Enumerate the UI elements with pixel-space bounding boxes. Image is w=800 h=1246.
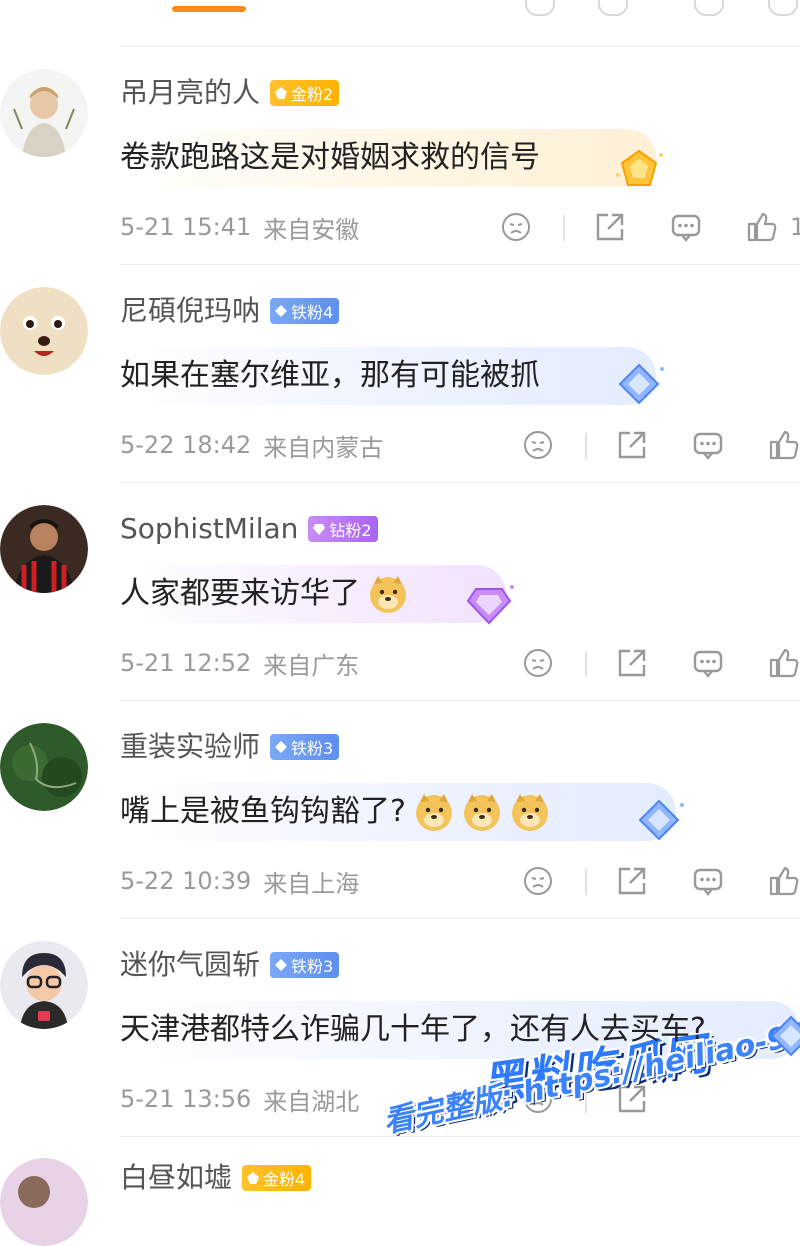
comment-location: 来自上海 bbox=[263, 869, 360, 898]
gold-bubble-icon bbox=[616, 149, 663, 186]
separator bbox=[585, 651, 587, 677]
iron-bubble-icon bbox=[770, 1015, 800, 1057]
comment-location: 来自广东 bbox=[263, 651, 360, 680]
top-partial-bar bbox=[0, 0, 800, 30]
comment-item: 尼碩倪玛呐 铁粉4 如果在塞尔维亚，那有可能被抓 5-22 18:42 来自内蒙… bbox=[0, 265, 800, 483]
tab-indicator bbox=[172, 6, 246, 12]
share-icon[interactable] bbox=[598, 0, 628, 16]
iron-badge-icon bbox=[275, 959, 288, 971]
badge-label: 铁粉3 bbox=[291, 957, 334, 976]
like-count: 1 bbox=[790, 213, 800, 241]
comment-time: 5-21 12:52 bbox=[120, 649, 252, 677]
dislike-face-icon[interactable] bbox=[522, 429, 554, 461]
comment-icon[interactable] bbox=[692, 647, 724, 679]
separator bbox=[563, 215, 565, 241]
dislike-face-icon[interactable] bbox=[522, 865, 554, 897]
doge-emoji-icon bbox=[415, 794, 452, 831]
badge-label: 铁粉4 bbox=[291, 303, 334, 322]
like-thumb-icon[interactable] bbox=[768, 865, 800, 897]
username[interactable]: SophistMilan bbox=[120, 509, 298, 549]
badge-label: 金粉4 bbox=[263, 1170, 306, 1189]
comment-item: 重装实验师 铁粉3 嘴上是被鱼钩钩豁了? 5-22 10:39 来自上海 bbox=[0, 701, 800, 919]
comment-time: 5-21 15:41 bbox=[120, 213, 252, 241]
like-thumb-icon[interactable] bbox=[746, 211, 778, 243]
avatar[interactable] bbox=[0, 941, 88, 1029]
comment-time: 5-22 18:42 bbox=[120, 431, 252, 459]
fan-badge[interactable]: 钻粉2 bbox=[308, 516, 378, 542]
fan-badge[interactable]: 铁粉4 bbox=[270, 298, 340, 324]
separator bbox=[585, 1087, 587, 1113]
gold-badge-icon bbox=[275, 87, 288, 99]
comment-icon[interactable] bbox=[694, 0, 724, 16]
comment-location: 来自湖北 bbox=[263, 1087, 360, 1116]
username[interactable]: 吊月亮的人 bbox=[120, 73, 260, 113]
comment-item-partial: 白昼如墟 金粉4 bbox=[0, 1138, 800, 1246]
comment-time: 5-21 13:56 bbox=[120, 1085, 252, 1113]
badge-label: 钻粉2 bbox=[329, 521, 372, 540]
like-thumb-icon[interactable] bbox=[768, 0, 798, 16]
diamond-badge-icon bbox=[313, 524, 326, 535]
avatar[interactable] bbox=[0, 1158, 88, 1246]
share-icon[interactable] bbox=[616, 647, 648, 679]
comment-icon[interactable] bbox=[692, 865, 724, 897]
fan-badge[interactable]: 金粉4 bbox=[242, 1165, 312, 1191]
comment-location: 来自安徽 bbox=[263, 215, 360, 244]
comment-time: 5-22 10:39 bbox=[120, 867, 252, 895]
comment-text: 人家都要来访华了 bbox=[120, 576, 360, 611]
dislike-face-icon[interactable] bbox=[500, 211, 532, 243]
separator bbox=[585, 869, 587, 895]
avatar[interactable] bbox=[0, 69, 88, 157]
fan-badge[interactable]: 金粉2 bbox=[270, 80, 340, 106]
avatar[interactable] bbox=[0, 287, 88, 375]
dislike-face-icon[interactable] bbox=[525, 0, 555, 16]
avatar[interactable] bbox=[0, 723, 88, 811]
comment-text: 如果在塞尔维亚，那有可能被抓 bbox=[120, 358, 540, 393]
fan-badge[interactable]: 铁粉3 bbox=[270, 952, 340, 978]
comment-location: 来自内蒙古 bbox=[263, 433, 384, 462]
comment-item: 迷你气圆斩 铁粉3 天津港都特么诈骗几十年了，还有人去买车? 5-21 13:5… bbox=[0, 919, 800, 1137]
avatar[interactable] bbox=[0, 505, 88, 593]
badge-label: 铁粉3 bbox=[291, 739, 334, 758]
like-thumb-icon[interactable] bbox=[768, 429, 800, 461]
comment-text: 卷款跑路这是对婚姻求救的信号 bbox=[120, 140, 540, 175]
comment-text: 嘴上是被鱼钩钩豁了? bbox=[120, 794, 406, 829]
comment-item: 吊月亮的人 金粉2 卷款跑路这是对婚姻求救的信号 5-21 15:41 来自安徽… bbox=[0, 47, 800, 265]
divider bbox=[120, 1136, 800, 1137]
separator bbox=[585, 433, 587, 459]
fan-badge[interactable]: 铁粉3 bbox=[270, 734, 340, 760]
dislike-face-icon[interactable] bbox=[522, 647, 554, 679]
iron-bubble-icon bbox=[638, 799, 684, 841]
comment-icon[interactable] bbox=[692, 429, 724, 461]
comment-item: SophistMilan 钻粉2 人家都要来访华了 5-21 12:52 来自广… bbox=[0, 483, 800, 701]
doge-emoji-icon bbox=[463, 794, 500, 831]
like-thumb-icon[interactable] bbox=[768, 647, 800, 679]
share-icon[interactable] bbox=[616, 1083, 648, 1115]
share-icon[interactable] bbox=[594, 211, 626, 243]
share-icon[interactable] bbox=[616, 865, 648, 897]
username[interactable]: 尼碩倪玛呐 bbox=[120, 291, 260, 331]
iron-badge-icon bbox=[275, 741, 288, 753]
share-icon[interactable] bbox=[616, 429, 648, 461]
username[interactable]: 迷你气圆斩 bbox=[120, 945, 260, 985]
badge-label: 金粉2 bbox=[291, 85, 334, 104]
username[interactable]: 重装实验师 bbox=[120, 727, 260, 767]
doge-emoji-icon bbox=[511, 794, 548, 831]
diamond-bubble-icon bbox=[466, 585, 514, 625]
iron-bubble-icon bbox=[618, 363, 664, 405]
dislike-face-icon[interactable] bbox=[522, 1083, 554, 1115]
comment-text: 天津港都特么诈骗几十年了，还有人去买车? bbox=[120, 1012, 706, 1047]
iron-badge-icon bbox=[275, 305, 288, 317]
comment-icon[interactable] bbox=[670, 211, 702, 243]
gold-badge-icon bbox=[247, 1172, 260, 1184]
username[interactable]: 白昼如墟 bbox=[120, 1158, 232, 1198]
doge-emoji-icon bbox=[370, 576, 406, 613]
